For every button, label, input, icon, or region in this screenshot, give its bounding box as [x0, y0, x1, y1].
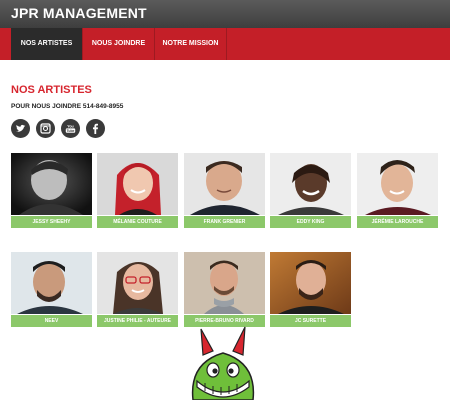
- twitter-button[interactable]: [11, 119, 30, 138]
- twitter-icon: [16, 124, 26, 132]
- artist-name[interactable]: MÉLANIE COUTURE: [97, 216, 178, 228]
- artist-portrait: [270, 153, 351, 215]
- nav-item-nous-joindre[interactable]: NOUS JOINDRE: [83, 28, 155, 60]
- nav-item-nos-artistes[interactable]: NOS ARTISTES: [11, 28, 83, 60]
- page-title: NOS ARTISTES: [11, 84, 92, 96]
- nav-item-notre-mission[interactable]: NOTRE MISSION: [155, 28, 227, 60]
- artist-name[interactable]: JUSTINE PHILIE - AUTEURE: [97, 315, 178, 327]
- artist-name[interactable]: FRANK GRENIER: [184, 216, 265, 228]
- artist-name[interactable]: JESSY SHEEHY: [11, 216, 92, 228]
- site-logo-text[interactable]: JPR MANAGEMENT: [11, 5, 147, 21]
- artist-photo[interactable]: [357, 153, 438, 215]
- artist-name[interactable]: EDDY KING: [270, 216, 351, 228]
- facebook-icon: [93, 123, 98, 134]
- artist-card[interactable]: PIERRE-BRUNO RIVARD: [184, 252, 265, 327]
- artist-portrait: [11, 153, 92, 215]
- artist-portrait: [11, 252, 92, 314]
- green-monster-mascot: [191, 326, 255, 400]
- artist-portrait: [184, 153, 265, 215]
- instagram-button[interactable]: [36, 119, 55, 138]
- artist-photo[interactable]: [184, 153, 265, 215]
- top-banner: JPR MANAGEMENT: [0, 0, 450, 28]
- artist-portrait: [270, 252, 351, 314]
- contact-phone: POUR NOUS JOINDRE 514-849-8955: [11, 103, 124, 110]
- artist-photo[interactable]: [97, 153, 178, 215]
- main-nav: NOS ARTISTES NOUS JOINDRE NOTRE MISSION: [0, 28, 450, 60]
- instagram-icon: [40, 123, 51, 134]
- artist-name[interactable]: NEEV: [11, 315, 92, 327]
- artist-photo[interactable]: [11, 252, 92, 314]
- artist-card[interactable]: MÉLANIE COUTURE: [97, 153, 178, 228]
- artist-portrait: [97, 153, 178, 215]
- youtube-icon: You Tube: [65, 125, 76, 133]
- artist-portrait: [97, 252, 178, 314]
- svg-text:Tube: Tube: [67, 129, 75, 133]
- artist-portrait: [357, 153, 438, 215]
- artist-photo[interactable]: [270, 153, 351, 215]
- artist-card[interactable]: JC SURETTE: [270, 252, 351, 327]
- artist-card[interactable]: JUSTINE PHILIE - AUTEURE: [97, 252, 178, 327]
- artist-photo[interactable]: [97, 252, 178, 314]
- artist-photo[interactable]: [11, 153, 92, 215]
- artist-photo[interactable]: [184, 252, 265, 314]
- youtube-button[interactable]: You Tube: [61, 119, 80, 138]
- artist-photo[interactable]: [270, 252, 351, 314]
- artist-name[interactable]: JC SURETTE: [270, 315, 351, 327]
- facebook-button[interactable]: [86, 119, 105, 138]
- artist-card[interactable]: JÉRÉMIE LAROUCHE: [357, 153, 438, 228]
- artist-card[interactable]: EDDY KING: [270, 153, 351, 228]
- artist-card[interactable]: JESSY SHEEHY: [11, 153, 92, 228]
- artist-name[interactable]: JÉRÉMIE LAROUCHE: [357, 216, 438, 228]
- artist-card[interactable]: NEEV: [11, 252, 92, 327]
- artist-portrait: [184, 252, 265, 314]
- artist-card[interactable]: FRANK GRENIER: [184, 153, 265, 228]
